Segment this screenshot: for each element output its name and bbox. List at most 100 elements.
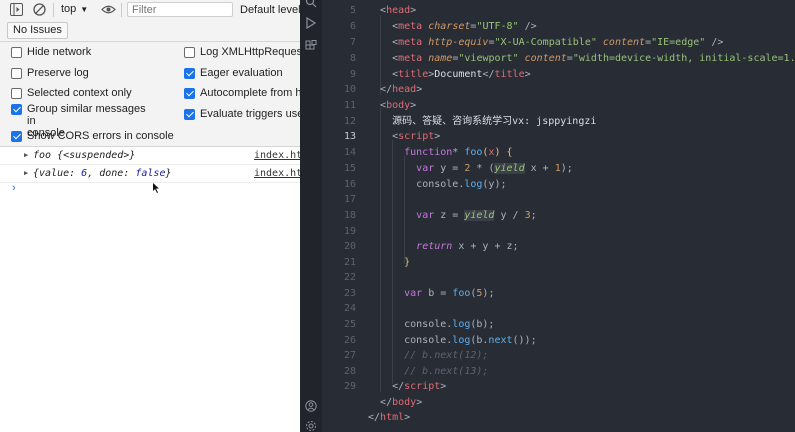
selected-context-option[interactable]: Selected context only [11, 87, 132, 99]
toggle-sidebar-icon[interactable] [10, 3, 23, 16]
expand-arrow-icon[interactable]: ▶ [24, 165, 28, 182]
code-comment: // b.next(13); [404, 366, 489, 377]
evaluate-triggers-option[interactable]: Evaluate triggers user ac [184, 108, 300, 120]
log-entry-prefix: {value: [33, 168, 82, 179]
code-line: <title>Document</title> [392, 69, 531, 80]
line-number: 17 [343, 194, 356, 205]
eager-evaluation-checkbox[interactable] [184, 68, 195, 79]
evaluate-triggers-label: Evaluate triggers user ac [200, 108, 300, 120]
issues-button[interactable]: No Issues [7, 22, 68, 39]
code-line: } [404, 257, 411, 268]
title-text: Document [434, 69, 483, 80]
evaluate-triggers-checkbox[interactable] [184, 109, 195, 120]
issues-bar: No Issues [0, 20, 300, 42]
toolbar-divider [53, 3, 54, 17]
code-line: var y = 2 * (yield x + 1); [416, 163, 573, 174]
line-number: 28 [343, 366, 356, 377]
log-entry-bool: false [135, 168, 166, 179]
http-equiv-value: X-UA-Compatible [500, 37, 591, 48]
autocomplete-option[interactable]: Autocomplete from histo [184, 87, 300, 99]
filter-input[interactable] [127, 2, 233, 17]
code-line: <meta name="viewport" content="width=dev… [368, 51, 795, 66]
extensions-icon[interactable] [305, 40, 317, 52]
line-number: 27 [343, 350, 356, 361]
account-icon[interactable] [305, 400, 317, 412]
code-line: </script> [392, 381, 447, 392]
code-editor: 5 6 7 8 9 10 11 12 13 14 15 16 17 18 19 20 21 22 23 24 25 26 2… [300, 0, 795, 432]
line-number: 5 [349, 5, 356, 16]
return-keyword: return [416, 241, 453, 252]
eager-evaluation-label: Eager evaluation [200, 67, 283, 79]
code-line: console.log(b); [404, 319, 495, 330]
hide-network-option[interactable]: Hide network [11, 46, 91, 58]
selected-context-checkbox[interactable] [11, 88, 22, 99]
group-similar-checkbox[interactable] [11, 104, 22, 115]
line-number: 12 [343, 116, 356, 127]
log-entry-text: {value: 6, done: false} [33, 165, 172, 182]
cors-errors-option[interactable]: Show CORS errors in console [11, 130, 174, 142]
preserve-log-checkbox[interactable] [11, 68, 22, 79]
log-xhr-label: Log XMLHttpRequests [200, 46, 300, 58]
code-line: <head> [380, 5, 417, 16]
code-line: <meta charset="UTF-8" /> [392, 21, 537, 32]
yield-keyword: yield [494, 163, 525, 174]
selected-context-label: Selected context only [27, 87, 132, 99]
charset-value: UTF-8 [482, 21, 513, 32]
group-similar-label-line1: Group similar messages in [27, 103, 146, 127]
code-line: function* foo(x) { [404, 147, 513, 158]
clear-console-icon[interactable] [33, 3, 46, 16]
code-line: console.log(y); [416, 179, 507, 190]
activity-bar [300, 0, 322, 432]
line-number: 20 [343, 241, 356, 252]
source-link[interactable]: index.ht [254, 165, 300, 182]
toolbar-divider [121, 3, 122, 17]
hide-network-checkbox[interactable] [11, 47, 22, 58]
promo-text: 源码、答疑、咨询系统学习vx: jsppyingzi [392, 116, 597, 127]
chevron-down-icon: ▼ [80, 5, 89, 14]
code-line: 源码、答疑、咨询系统学习vx: jsppyingzi [368, 114, 596, 129]
console-settings: Hide network Log XMLHttpRequests Preserv… [0, 42, 300, 147]
code-line: <body> [380, 100, 417, 111]
log-entry-mid: , done: [87, 168, 136, 179]
preserve-log-label: Preserve log [27, 67, 89, 79]
line-number-gutter: 5 6 7 8 9 10 11 12 13 14 15 16 17 18 19 20 21 22 23 24 25 26 2… [322, 0, 356, 432]
line-number: 10 [343, 84, 356, 95]
devtools-console-panel: top▼ Default levels No Issues Hide netwo… [0, 0, 300, 432]
line-number: 7 [349, 37, 356, 48]
code-line: </html> [368, 412, 411, 423]
preserve-log-option[interactable]: Preserve log [11, 67, 89, 79]
console-prompt[interactable]: › [12, 182, 16, 194]
expand-arrow-icon[interactable]: ▶ [24, 147, 28, 164]
context-label: top [61, 3, 77, 15]
code-line: </body> [380, 397, 423, 408]
log-entry-suffix: } [165, 168, 172, 179]
log-xhr-option[interactable]: Log XMLHttpRequests [184, 46, 300, 58]
code-line: return x + y + z; [416, 241, 519, 252]
eye-icon[interactable] [101, 3, 116, 16]
console-log: ▶ foo {<suspended>} index.ht ▶ {value: 6… [0, 147, 300, 183]
line-number: 21 [343, 257, 356, 268]
run-debug-icon[interactable] [305, 17, 317, 29]
eager-evaluation-option[interactable]: Eager evaluation [184, 67, 283, 79]
content-ie-value: IE=edge [657, 37, 700, 48]
context-selector[interactable]: top ▼ [61, 3, 88, 15]
line-number: 22 [343, 272, 356, 283]
line-number: 15 [343, 163, 356, 174]
code-comment: // b.next(12); [404, 350, 489, 361]
settings-gear-icon[interactable] [305, 420, 317, 432]
autocomplete-checkbox[interactable] [184, 88, 195, 99]
hide-network-label: Hide network [27, 46, 92, 58]
cors-errors-checkbox[interactable] [11, 131, 22, 142]
log-entry-text: foo {<suspended>} [33, 150, 136, 161]
log-entry[interactable]: ▶ foo {<suspended>} index.ht [0, 147, 300, 165]
line-number: 24 [343, 303, 356, 314]
code-line: // b.next(12); [368, 348, 488, 363]
search-icon[interactable] [305, 0, 317, 8]
code-line: <script> [392, 131, 441, 142]
log-xhr-checkbox[interactable] [184, 47, 195, 58]
code-line: console.log(b.next()); [404, 335, 537, 346]
code-line: var z = yield y / 3; [416, 210, 537, 221]
source-link[interactable]: index.ht [254, 147, 300, 164]
log-levels-dropdown[interactable]: Default levels [240, 4, 300, 16]
log-entry[interactable]: ▶ {value: 6, done: false} index.ht [0, 165, 300, 183]
